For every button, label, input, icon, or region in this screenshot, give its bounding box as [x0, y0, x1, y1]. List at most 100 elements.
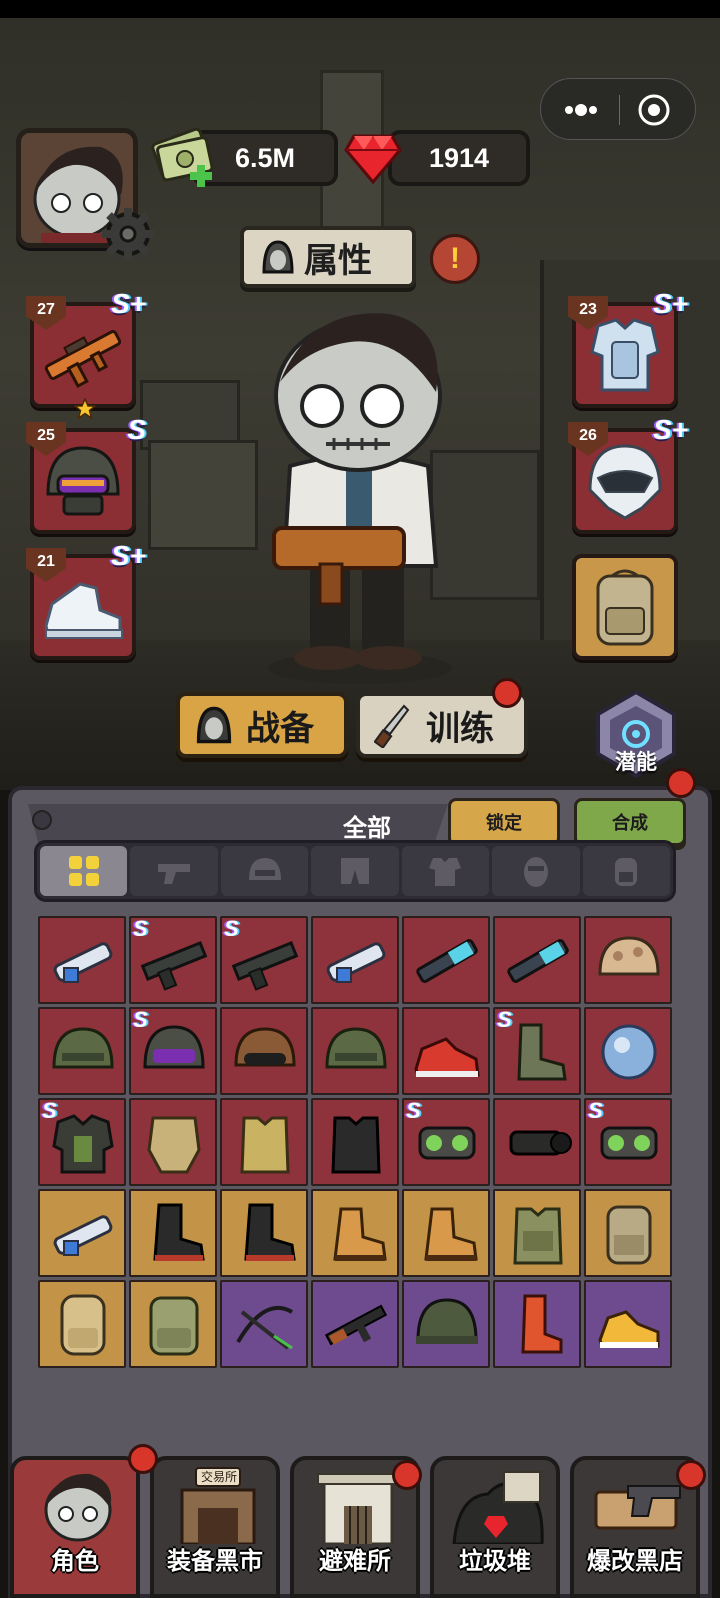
inventory-item[interactable] [493, 916, 581, 1004]
black-vest-icon [331, 1116, 381, 1174]
nav-junkyard[interactable]: 垃圾堆 [430, 1456, 560, 1598]
rank-badge: S+ [110, 288, 146, 319]
pants-icon [340, 858, 369, 884]
character-figure [268, 313, 452, 684]
inventory-item[interactable] [402, 916, 490, 1004]
filter-backpack[interactable] [582, 846, 670, 896]
hood-icon [262, 240, 294, 274]
filter-helmet[interactable] [220, 846, 309, 896]
inventory-item[interactable] [584, 1007, 672, 1095]
nav-label: 避难所 [319, 1548, 391, 1575]
inventory-item[interactable] [220, 1098, 308, 1186]
inventory-item[interactable] [493, 1098, 581, 1186]
slot-helmet[interactable]: 25 S [26, 414, 146, 534]
inventory-item[interactable] [402, 1189, 490, 1277]
crossbow-icon [236, 1305, 294, 1350]
inventory-item[interactable] [38, 1280, 126, 1368]
more-icon[interactable] [563, 95, 599, 125]
screw-icon [32, 810, 52, 830]
inventory-item[interactable]: S [584, 1098, 672, 1186]
filter-vest[interactable] [401, 846, 490, 896]
market-sign: 交易所 [200, 1470, 237, 1484]
tactical-helmet-icon [143, 1025, 205, 1069]
night-scope-icon [509, 1130, 572, 1156]
rank-badge: S+ [652, 288, 688, 319]
yellow-shoe-icon [598, 1310, 660, 1348]
inventory-item[interactable] [584, 1280, 672, 1368]
rank-badge: S [42, 1098, 57, 1123]
energy-orb-icon [601, 1024, 657, 1080]
notification-dot [676, 1460, 706, 1490]
gear-icon[interactable] [100, 206, 156, 262]
ruby-icon[interactable] [344, 132, 402, 184]
lock-button[interactable]: 锁定 [448, 798, 560, 846]
inventory-item[interactable] [311, 1098, 399, 1186]
inventory-item[interactable] [38, 1007, 126, 1095]
nav-character[interactable]: 角色 [10, 1456, 140, 1598]
all-icon [68, 856, 99, 886]
camo-helmet-icon [598, 936, 660, 976]
tab-gear[interactable]: 战备 [176, 692, 348, 758]
merge-button[interactable]: 合成 [574, 798, 686, 846]
inventory-item[interactable] [38, 916, 126, 1004]
mini-program-capsule [540, 78, 696, 140]
inventory-item[interactable]: S [493, 1007, 581, 1095]
inventory-item[interactable] [129, 1189, 217, 1277]
rank-badge: S+ [110, 540, 146, 571]
notification-dot [666, 768, 696, 798]
plasma-gun-icon [416, 939, 478, 983]
crate [148, 440, 258, 550]
launcher-icon [53, 1215, 113, 1256]
slot-backpack[interactable] [572, 554, 678, 660]
inventory-item[interactable]: S [220, 916, 308, 1004]
plasma-gun-icon [507, 939, 569, 983]
inventory-item[interactable] [311, 1189, 399, 1277]
hiking-backpack-icon [60, 1294, 106, 1356]
cash-icon[interactable] [150, 120, 222, 194]
inventory-item[interactable] [220, 1007, 308, 1095]
attribute-button[interactable]: 属性 [240, 226, 416, 288]
inventory-item[interactable] [311, 916, 399, 1004]
notification-dot [392, 1460, 422, 1490]
inventory-item[interactable] [129, 1098, 217, 1186]
nav-label: 垃圾堆 [459, 1548, 531, 1575]
inventory-item[interactable] [584, 916, 672, 1004]
inventory-item[interactable] [220, 1280, 308, 1368]
notification-dot [492, 678, 522, 708]
inventory-item[interactable] [311, 1007, 399, 1095]
alert-badge[interactable]: ! [430, 234, 480, 284]
filter-mask[interactable] [492, 846, 580, 896]
inventory-item[interactable] [493, 1189, 581, 1277]
inventory-item[interactable] [493, 1280, 581, 1368]
filter-weapon[interactable] [130, 846, 218, 896]
inventory-item[interactable] [584, 1189, 672, 1277]
inventory-item[interactable] [220, 1189, 308, 1277]
inventory-item[interactable] [311, 1280, 399, 1368]
tab-training-label: 训练 [426, 709, 494, 748]
inventory-item[interactable] [402, 1007, 490, 1095]
launcher-icon [326, 942, 386, 983]
slot-shoes[interactable]: 21 S+ [26, 540, 146, 660]
slot-head-gear[interactable]: 26 S+ [568, 414, 688, 534]
rucksack-icon [149, 1296, 199, 1356]
knife-icon [374, 704, 410, 748]
green-helmet-icon [52, 1027, 114, 1069]
nav-black-market[interactable]: 交易所 装备黑市 [150, 1456, 280, 1598]
inventory-item[interactable]: S [129, 916, 217, 1004]
inventory-item[interactable] [129, 1280, 217, 1368]
slot-armor[interactable]: 23 S+ [568, 288, 688, 408]
filter-all[interactable] [40, 846, 128, 896]
inventory-item[interactable]: S [38, 1098, 126, 1186]
minigun-icon [140, 940, 208, 991]
inventory-item[interactable]: S [129, 1007, 217, 1095]
status-bar [0, 0, 720, 18]
inventory-item[interactable]: S [402, 1098, 490, 1186]
close-target-icon[interactable] [637, 93, 671, 127]
capsule-divider [619, 95, 620, 125]
green-helmet-icon [325, 1027, 387, 1069]
inventory-item[interactable] [38, 1189, 126, 1277]
inventory-item[interactable] [402, 1280, 490, 1368]
filter-pants[interactable] [311, 846, 399, 896]
rank-badge: S [133, 1007, 148, 1032]
slot-weapon[interactable]: 27 S+ [26, 288, 146, 420]
